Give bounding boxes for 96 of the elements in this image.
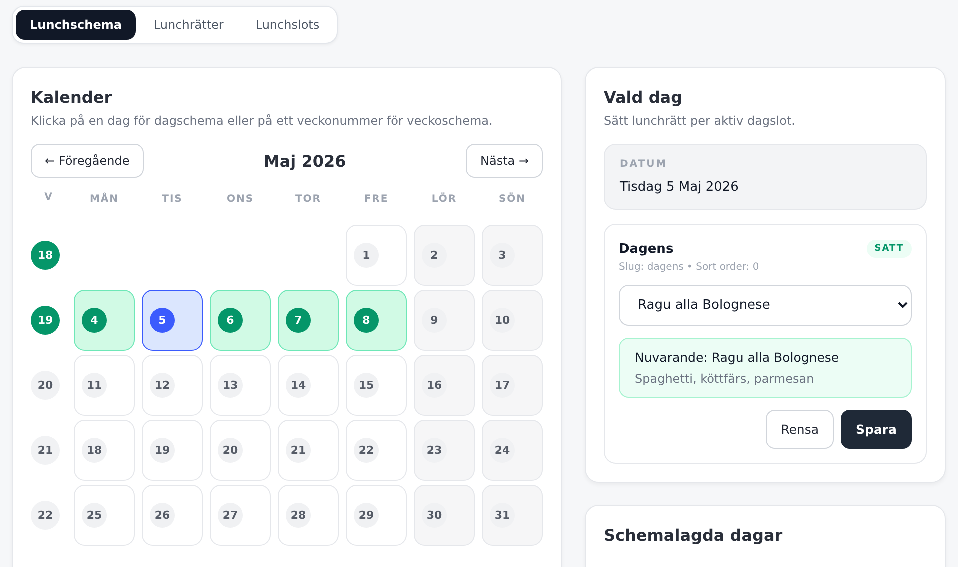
date-label: DATUM xyxy=(620,159,669,170)
day-cell[interactable]: 10 xyxy=(482,290,543,351)
day-cell[interactable]: 16 xyxy=(414,355,475,416)
tab[interactable]: Lunchrätter xyxy=(140,10,238,40)
day-number: 4 xyxy=(82,308,107,333)
clear-button[interactable]: Rensa xyxy=(766,410,834,449)
day-number: 22 xyxy=(354,438,379,463)
day-number: 15 xyxy=(354,373,379,398)
day-number: 9 xyxy=(422,308,447,333)
day-cell[interactable]: 2 xyxy=(414,225,475,286)
week-header: V xyxy=(44,192,54,205)
day-number: 13 xyxy=(218,373,243,398)
weekday-header: TIS xyxy=(161,193,184,207)
day-number: 14 xyxy=(286,373,311,398)
day-cell[interactable]: 4 xyxy=(74,290,135,351)
day-number: 19 xyxy=(150,438,175,463)
day-number: 29 xyxy=(354,503,379,528)
week-number[interactable]: 21 xyxy=(31,436,60,465)
day-cell[interactable]: 1 xyxy=(346,225,407,286)
day-number: 2 xyxy=(422,243,447,268)
day-cell[interactable]: 3 xyxy=(482,225,543,286)
day-cell[interactable]: 6 xyxy=(210,290,271,351)
next-button[interactable]: Nästa → xyxy=(466,144,543,178)
day-number: 11 xyxy=(82,373,107,398)
day-number: 30 xyxy=(422,503,447,528)
day-cell[interactable]: 27 xyxy=(210,485,271,546)
weekday-header: TOR xyxy=(294,193,323,207)
day-number: 12 xyxy=(150,373,175,398)
slot-meta: Slug: dagens • Sort order: 0 xyxy=(619,262,760,273)
week-number[interactable]: 22 xyxy=(31,501,60,530)
day-number: 25 xyxy=(82,503,107,528)
day-number: 31 xyxy=(490,503,515,528)
day-cell[interactable]: 30 xyxy=(414,485,475,546)
card-title: Kalender xyxy=(31,88,114,107)
day-cell[interactable]: 23 xyxy=(414,420,475,481)
card-subtitle: Klicka på en dag för dagschema eller på ett veckonummer för veckoschema. xyxy=(31,114,494,128)
day-cell[interactable]: 20 xyxy=(210,420,271,481)
day-number: 18 xyxy=(82,438,107,463)
day-number: 1 xyxy=(354,243,379,268)
day-number: 23 xyxy=(422,438,447,463)
weekday-header: MÅN xyxy=(88,192,120,207)
day-cell[interactable]: 28 xyxy=(278,485,339,546)
day-number: 26 xyxy=(150,503,175,528)
day-cell[interactable]: 19 xyxy=(142,420,203,481)
weekday-header: SÖN xyxy=(498,192,528,207)
day-number: 28 xyxy=(286,503,311,528)
card-subtitle: Sätt lunchrätt per aktiv dagslot. xyxy=(604,114,796,128)
day-cell[interactable]: 17 xyxy=(482,355,543,416)
day-number: 21 xyxy=(286,438,311,463)
card-title: Schemalagda dagar xyxy=(604,526,784,545)
day-cell[interactable]: 14 xyxy=(278,355,339,416)
status-badge: SATT xyxy=(866,240,912,258)
weekday-header: LÖR xyxy=(430,192,458,207)
day-cell[interactable]: 31 xyxy=(482,485,543,546)
day-number: 8 xyxy=(354,308,379,333)
day-number: 27 xyxy=(218,503,243,528)
day-number: 16 xyxy=(422,373,447,398)
day-cell[interactable]: 5 xyxy=(142,290,203,351)
day-cell[interactable]: 8 xyxy=(346,290,407,351)
previous-button[interactable]: ← Föregående xyxy=(31,144,144,178)
day-cell[interactable]: 24 xyxy=(482,420,543,481)
day-cell[interactable]: 22 xyxy=(346,420,407,481)
dish-select[interactable]: Ragu alla Bolognese xyxy=(619,285,912,326)
day-cell[interactable]: 13 xyxy=(210,355,271,416)
day-number: 3 xyxy=(490,243,515,268)
card-title: Vald dag xyxy=(604,88,684,107)
month-title: Maj 2026 xyxy=(264,152,346,170)
day-cell[interactable]: 29 xyxy=(346,485,407,546)
week-number[interactable]: 20 xyxy=(31,371,60,400)
weekday-header: FRE xyxy=(363,193,390,207)
day-cell[interactable]: 21 xyxy=(278,420,339,481)
tab[interactable]: Lunchschema xyxy=(16,10,136,40)
day-number: 20 xyxy=(218,438,243,463)
day-cell[interactable]: 12 xyxy=(142,355,203,416)
day-number: 6 xyxy=(218,308,243,333)
day-number: 10 xyxy=(490,308,515,333)
day-cell[interactable]: 26 xyxy=(142,485,203,546)
day-number: 17 xyxy=(490,373,515,398)
day-cell[interactable]: 18 xyxy=(74,420,135,481)
day-number: 7 xyxy=(286,308,311,333)
day-cell[interactable]: 9 xyxy=(414,290,475,351)
date-value: Tisdag 5 Maj 2026 xyxy=(620,180,740,195)
save-button[interactable]: Spara xyxy=(841,410,912,449)
day-cell[interactable]: 7 xyxy=(278,290,339,351)
day-cell[interactable]: 15 xyxy=(346,355,407,416)
day-number: 24 xyxy=(490,438,515,463)
week-number[interactable]: 18 xyxy=(31,241,60,270)
day-number: 5 xyxy=(150,308,175,333)
tab[interactable]: Lunchslots xyxy=(242,10,334,40)
day-cell[interactable]: 25 xyxy=(74,485,135,546)
current-dish-title: Nuvarande: Ragu alla Bolognese xyxy=(635,350,840,365)
current-dish-description: Spaghetti, köttfärs, parmesan xyxy=(635,372,816,386)
day-cell[interactable]: 11 xyxy=(74,355,135,416)
weekday-header: ONS xyxy=(226,193,256,207)
week-number[interactable]: 19 xyxy=(31,306,60,335)
slot-name: Dagens xyxy=(619,242,674,256)
